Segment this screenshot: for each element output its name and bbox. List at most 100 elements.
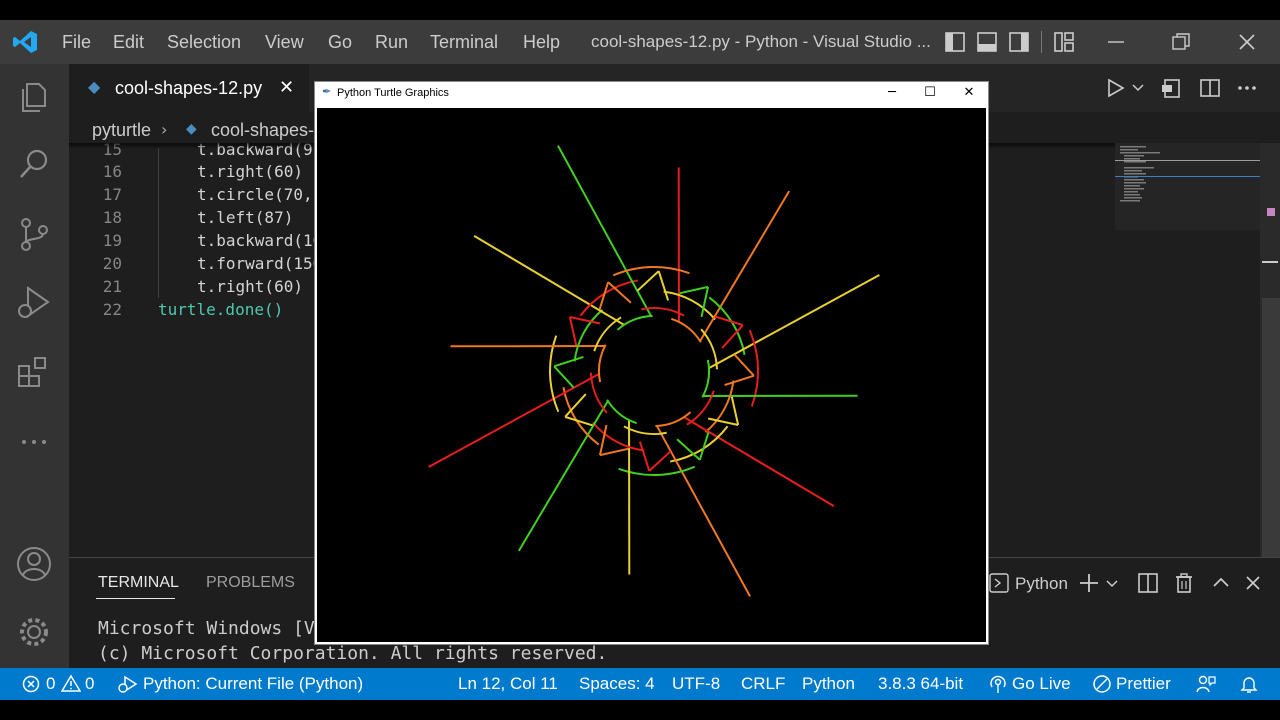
run-configuration[interactable]: Python: Current File (Python): [143, 668, 363, 700]
debug-run-icon[interactable]: [117, 674, 139, 694]
minimap-content: [1115, 146, 1260, 202]
code-line[interactable]: t.right(60): [197, 275, 303, 298]
source-control-icon[interactable]: [14, 214, 54, 254]
maximize-panel-chevron-up-icon[interactable]: [1211, 573, 1231, 593]
menu-file[interactable]: File: [62, 20, 91, 64]
turtle-ray: [699, 190, 791, 342]
turtle-minimize-icon[interactable]: ─: [875, 82, 909, 104]
settings-gear-icon[interactable]: [14, 612, 54, 652]
close-window-icon[interactable]: [1236, 31, 1258, 53]
tab-terminal[interactable]: TERMINAL: [98, 565, 179, 601]
indentation[interactable]: Spaces: 4: [579, 668, 655, 700]
customize-layout-icon[interactable]: [1053, 31, 1075, 53]
python-file-icon: ◆: [88, 77, 101, 96]
turtle-notch: [679, 285, 709, 295]
notifications-bell-icon[interactable]: [1239, 674, 1259, 694]
editor-scrollbar[interactable]: [1260, 143, 1280, 557]
turtle-arc: [592, 421, 645, 452]
menu-view[interactable]: View: [265, 20, 304, 64]
code-line[interactable]: t.backward(10: [197, 229, 322, 252]
account-icon[interactable]: [14, 544, 54, 584]
status-bar: 0 0 Python: Current File (Python) Ln 12,…: [0, 668, 1280, 700]
toggle-panel-icon[interactable]: [976, 31, 998, 53]
scrollbar-marker: [1267, 208, 1275, 216]
scrollbar-thumb[interactable]: [1262, 298, 1280, 557]
turtle-arc: [704, 380, 735, 433]
split-editor-icon[interactable]: [1198, 77, 1222, 99]
terminal-shell-name[interactable]: Python: [1015, 566, 1068, 602]
encoding[interactable]: UTF-8: [672, 668, 720, 700]
breadcrumb-python-icon: ◆: [186, 121, 197, 137]
error-count[interactable]: 0: [46, 668, 55, 700]
turtle-close-icon[interactable]: ✕: [952, 82, 986, 104]
turtle-notch: [700, 286, 710, 318]
chevron-down-icon[interactable]: [1131, 80, 1145, 94]
line-number: 21: [102, 277, 122, 296]
top-letterbox: [0, 0, 1280, 20]
more-icon[interactable]: [14, 422, 54, 462]
editor-more-icon[interactable]: [1235, 77, 1259, 99]
code-line[interactable]: t.left(87): [197, 206, 293, 229]
code-line[interactable]: turtle.done(): [158, 298, 283, 321]
explorer-icon[interactable]: [14, 76, 54, 116]
turtle-notch: [724, 374, 755, 387]
turtle-notch: [553, 355, 584, 368]
go-live[interactable]: Go Live: [1012, 668, 1071, 700]
line-number: 22: [102, 300, 122, 319]
tab-problems[interactable]: PROBLEMS: [206, 565, 295, 601]
turtle-notch: [568, 316, 578, 346]
python-interpreter[interactable]: 3.8.3 64-bit: [878, 668, 963, 700]
menu-selection[interactable]: Selection: [167, 20, 241, 64]
terminal-dropdown-chevron-icon[interactable]: [1105, 576, 1119, 590]
tab-close-icon[interactable]: ✕: [279, 64, 294, 112]
code-line[interactable]: t.circle(70,(: [197, 183, 322, 206]
turtle-arc: [663, 290, 716, 321]
run-python-file-icon[interactable]: [1104, 77, 1128, 99]
turtle-notch: [707, 417, 739, 427]
cursor-position[interactable]: Ln 12, Col 11: [458, 668, 558, 700]
feedback-icon[interactable]: [1195, 674, 1217, 694]
run-debug-icon[interactable]: [14, 282, 54, 322]
turtle-maximize-icon[interactable]: ☐: [913, 82, 947, 104]
turtle-notch: [733, 353, 755, 377]
kill-terminal-trash-icon[interactable]: [1173, 572, 1195, 594]
warning-icon[interactable]: [61, 674, 81, 693]
tab-label[interactable]: cool-shapes-12.py: [115, 64, 262, 112]
active-tab-underline: [96, 598, 175, 599]
menu-terminal[interactable]: Terminal: [430, 20, 498, 64]
search-icon[interactable]: [14, 144, 54, 184]
code-line[interactable]: t.forward(150: [197, 252, 322, 275]
restore-icon[interactable]: [1170, 31, 1192, 53]
menu-edit[interactable]: Edit: [113, 20, 144, 64]
turtle-notch: [638, 441, 651, 472]
turtle-window-title: Python Turtle Graphics: [337, 87, 449, 99]
turtle-ray: [473, 234, 625, 326]
prettier-check-icon[interactable]: [1092, 674, 1112, 694]
code-line[interactable]: t.right(60): [197, 160, 303, 183]
error-icon[interactable]: [22, 675, 40, 693]
minimap[interactable]: [1115, 143, 1260, 230]
extensions-icon[interactable]: [14, 352, 54, 392]
prettier[interactable]: Prettier: [1116, 668, 1171, 700]
turtle-notch: [730, 396, 740, 426]
close-panel-icon[interactable]: [1243, 573, 1263, 593]
turtle-arc: [669, 425, 729, 463]
broadcast-icon[interactable]: [988, 674, 1008, 694]
turtle-canvas[interactable]: [317, 108, 986, 642]
turtle-ray: [517, 400, 609, 552]
line-number: 20: [102, 254, 122, 273]
menu-run[interactable]: Run: [375, 20, 408, 64]
code-line[interactable]: t.backward(9: [197, 138, 313, 161]
minimize-icon[interactable]: [1105, 31, 1127, 53]
turtle-arc: [671, 317, 702, 343]
toggle-sidebar-icon[interactable]: [944, 31, 966, 53]
menu-go[interactable]: Go: [328, 20, 352, 64]
end-of-line[interactable]: CRLF: [741, 668, 785, 700]
toggle-secondary-sidebar-icon[interactable]: [1008, 31, 1030, 53]
open-changes-icon[interactable]: [1160, 77, 1184, 99]
warning-count[interactable]: 0: [85, 668, 94, 700]
split-terminal-icon[interactable]: [1137, 572, 1159, 594]
new-terminal-icon[interactable]: [1078, 572, 1100, 594]
language-mode[interactable]: Python: [802, 668, 855, 700]
menu-help[interactable]: Help: [523, 20, 560, 64]
